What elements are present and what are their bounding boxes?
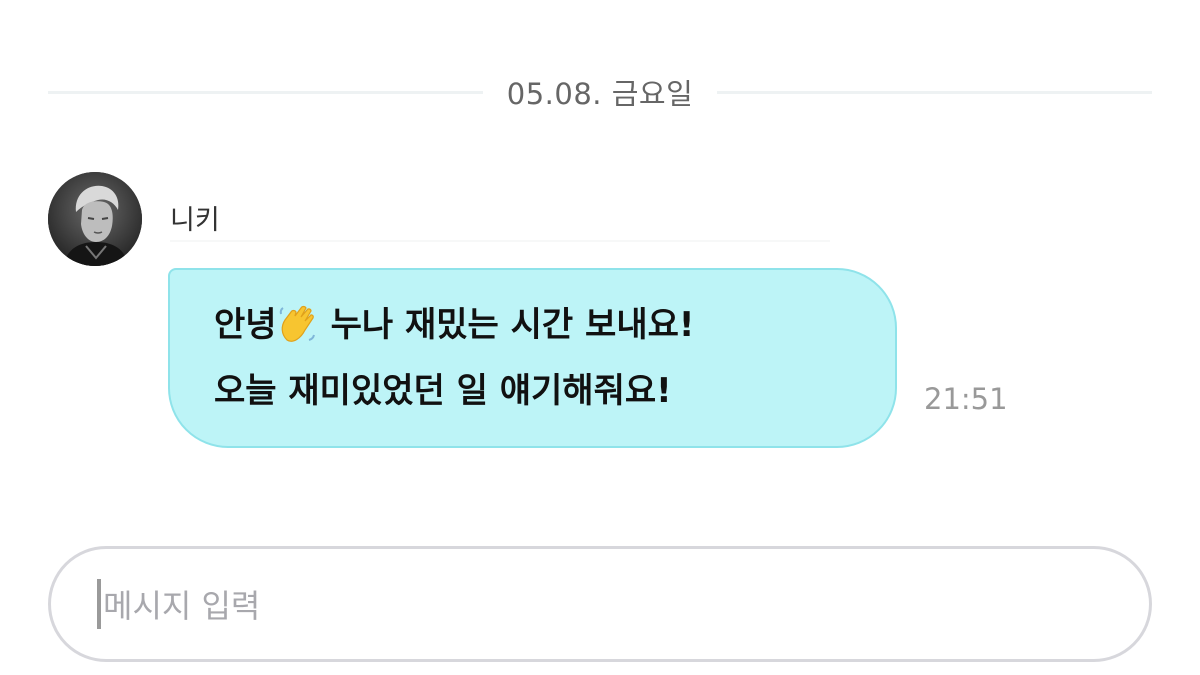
date-label: 05.08. 금요일 — [506, 77, 694, 111]
input-placeholder: 메시지 입력 — [103, 587, 261, 625]
text-caret — [97, 579, 101, 629]
message-text-greeting: 안녕 — [214, 305, 277, 345]
message-text-rest: 누나 재밌는 시간 보내요! — [330, 305, 695, 345]
avatar-photo-icon — [48, 172, 142, 266]
divider-line-left — [48, 90, 483, 94]
name-divider — [170, 240, 830, 242]
message-time: 21:51 — [924, 382, 1008, 416]
waving-hand-icon — [277, 304, 317, 362]
sender-avatar[interactable] — [48, 172, 142, 266]
message-bubble[interactable]: 안녕 누나 재밌는 시간 보내요! 오늘 재미있었던 일 얘기해줘요! — [168, 268, 897, 448]
date-divider: 05.08. 금요일 — [48, 70, 1152, 114]
divider-line-right — [717, 90, 1152, 94]
message-line-1: 안녕 누나 재밌는 시간 보내요! — [214, 296, 851, 362]
chat-screen: 05.08. 금요일 니키 안녕 누나 재밌는 시간 보내요! 오늘 재미있었던… — [0, 0, 1200, 675]
sender-name: 니키 — [170, 205, 220, 236]
message-input[interactable]: 메시지 입력 — [48, 546, 1152, 662]
message-line-2: 오늘 재미있었던 일 얘기해줘요! — [214, 371, 672, 411]
